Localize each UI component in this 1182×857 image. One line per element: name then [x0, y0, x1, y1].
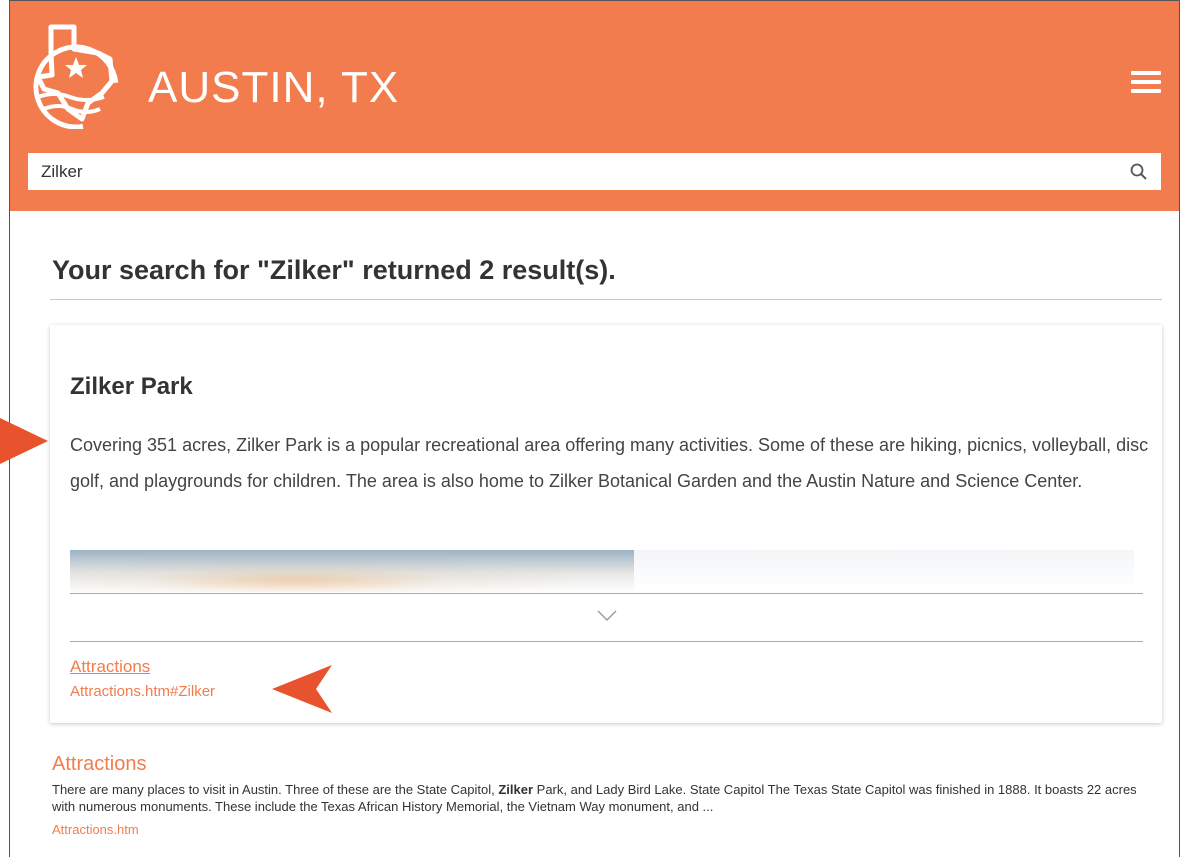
callout-pointer-icon — [272, 665, 332, 713]
heading-divider — [50, 299, 1162, 300]
card-divider — [70, 593, 1143, 594]
search-icon[interactable] — [1129, 162, 1149, 182]
featured-result-title: Zilker Park — [70, 373, 193, 400]
callout-arrow-icon — [0, 418, 48, 464]
chevron-down-icon[interactable] — [596, 609, 618, 623]
site-title[interactable]: AUSTIN, TX — [148, 63, 399, 113]
search-bar — [28, 153, 1161, 190]
browser-frame: AUSTIN, TX Your search for "Zilker" retu… — [9, 0, 1180, 857]
texas-star-logo-icon[interactable] — [24, 23, 128, 129]
search-result-snippet: There are many places to visit in Austin… — [52, 781, 1157, 815]
featured-result-card: Zilker Park Covering 351 acres, Zilker P… — [50, 325, 1162, 723]
search-result-url[interactable]: Attractions.htm — [52, 822, 139, 837]
site-header: AUSTIN, TX — [10, 1, 1179, 211]
search-result-title[interactable]: Attractions — [52, 753, 146, 776]
featured-result-image-fade — [634, 550, 1134, 592]
featured-result-image — [70, 550, 634, 592]
snippet-text: There are many places to visit in Austin… — [52, 782, 499, 797]
hamburger-menu-icon[interactable] — [1131, 71, 1161, 93]
featured-result-description: Covering 351 acres, Zilker Park is a pop… — [70, 435, 1149, 491]
snippet-highlight: Zilker — [498, 782, 534, 797]
featured-result-url[interactable]: Attractions.htm#Zilker — [70, 683, 215, 700]
search-input[interactable] — [28, 153, 1118, 190]
card-divider — [70, 641, 1143, 642]
featured-result-link[interactable]: Attractions — [70, 657, 150, 677]
results-heading: Your search for "Zilker" returned 2 resu… — [52, 255, 616, 285]
